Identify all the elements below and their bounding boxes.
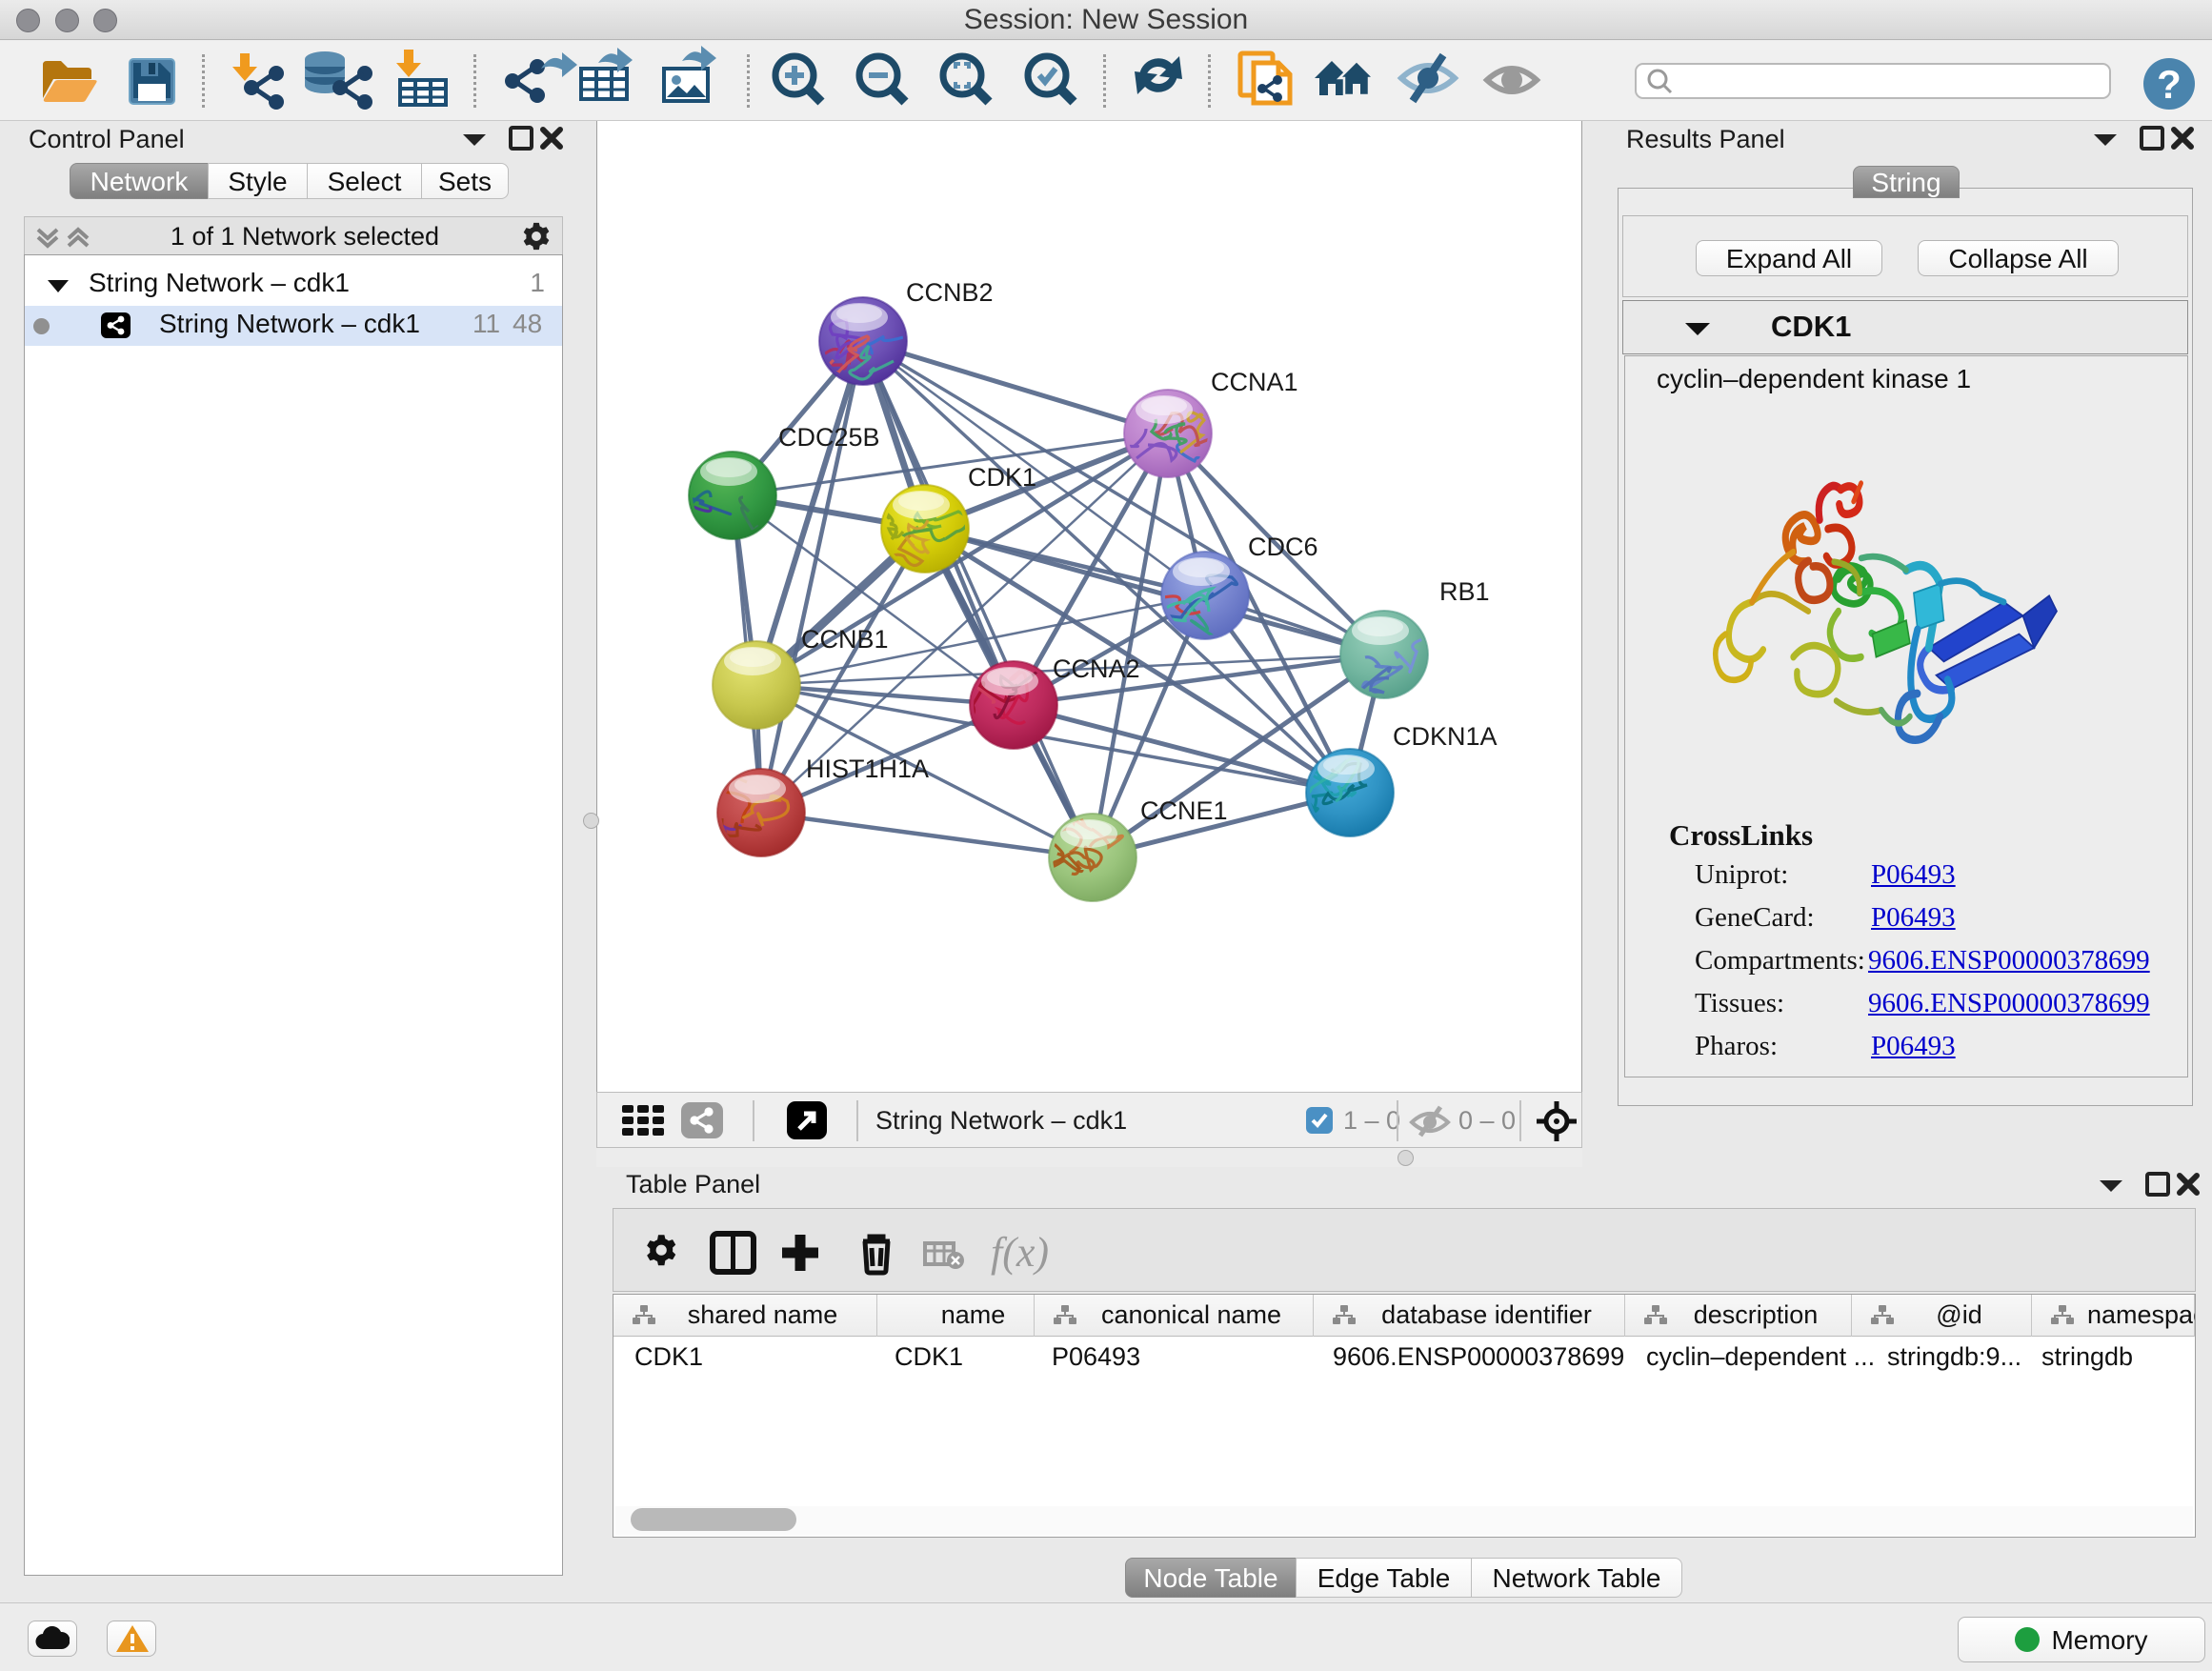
svg-text:CDC25B: CDC25B: [778, 423, 880, 452]
svg-text:CCNB2: CCNB2: [906, 278, 994, 307]
svg-text:CCNA2: CCNA2: [1053, 654, 1140, 683]
svg-text:?: ?: [2157, 62, 2182, 107]
svg-text:CDC6: CDC6: [1248, 533, 1318, 561]
svg-text:HIST1H1A: HIST1H1A: [806, 755, 929, 783]
svg-text:CCNB1: CCNB1: [801, 625, 889, 654]
svg-text:f(x): f(x): [991, 1229, 1049, 1276]
svg-text:CCNA1: CCNA1: [1211, 368, 1298, 396]
svg-text:RB1: RB1: [1439, 577, 1490, 606]
svg-text:CDK1: CDK1: [968, 463, 1036, 492]
svg-text:CCNE1: CCNE1: [1140, 796, 1228, 825]
svg-text:CDKN1A: CDKN1A: [1393, 722, 1498, 751]
